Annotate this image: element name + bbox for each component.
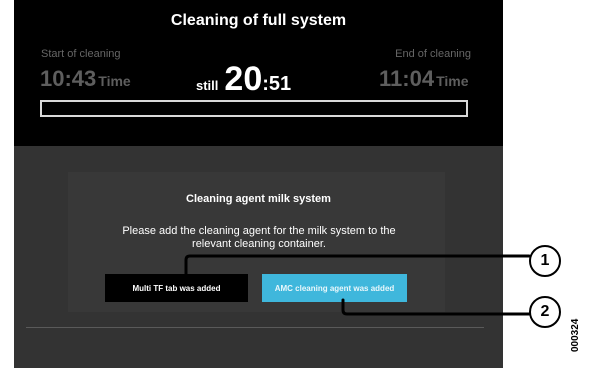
callout-1: 1 <box>529 245 561 277</box>
callout-leader-lines <box>184 254 531 316</box>
document-number: 000324 <box>570 318 581 352</box>
callout-2-leader <box>341 298 531 316</box>
callout-2: 2 <box>529 296 561 328</box>
callout-1-leader <box>184 254 531 280</box>
